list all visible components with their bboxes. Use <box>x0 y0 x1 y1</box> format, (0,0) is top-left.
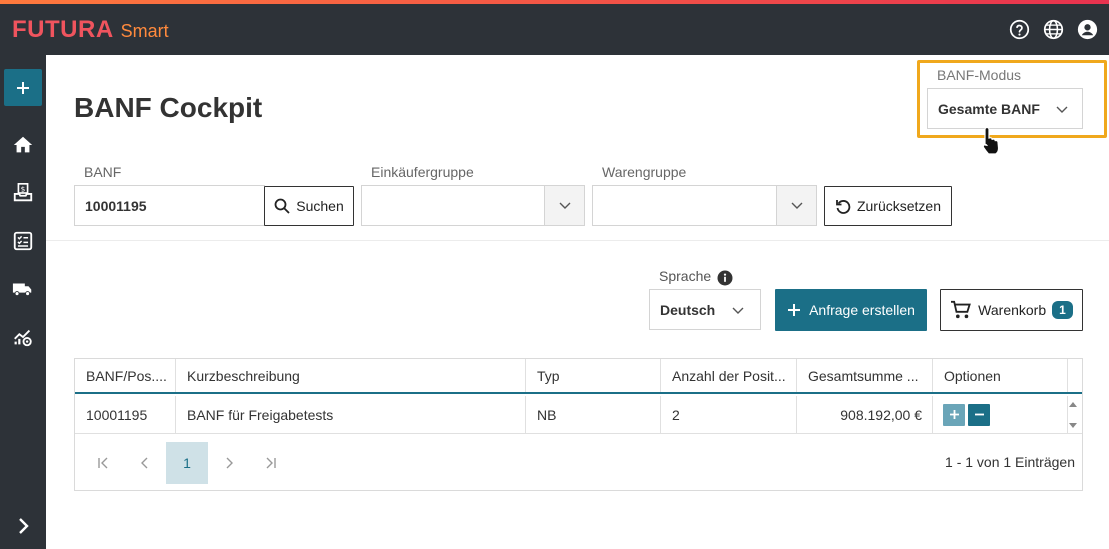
first-page-icon <box>98 457 108 469</box>
chevron-down-icon <box>559 202 571 209</box>
mode-selected-value: Gesamte BANF <box>938 100 1040 117</box>
sidebar-item-checklist[interactable] <box>11 229 35 253</box>
cell-type: NB <box>526 396 661 433</box>
chart-settings-icon <box>14 329 32 347</box>
plus-icon <box>949 410 959 419</box>
column-header-type[interactable]: Typ <box>526 359 661 392</box>
pager: 1 1 - 1 von 1 Einträgen <box>75 434 1082 491</box>
column-header-description[interactable]: Kurzbeschreibung <box>176 359 526 392</box>
globe-icon[interactable] <box>1043 19 1064 40</box>
last-page-icon <box>266 457 276 469</box>
grid-scrollbar-arrows[interactable] <box>1068 401 1078 429</box>
checklist-icon <box>13 231 33 251</box>
mode-select[interactable]: Gesamte BANF <box>927 88 1083 129</box>
section-divider <box>46 240 1109 241</box>
banf-grid: BANF/Pos.... Kurzbeschreibung Typ Anzahl… <box>74 358 1083 491</box>
buyer-group-select[interactable] <box>361 185 585 226</box>
create-request-button[interactable]: Anfrage erstellen <box>775 289 927 331</box>
mode-label: BANF-Modus <box>937 67 1022 83</box>
sidebar-item-home[interactable] <box>11 133 35 157</box>
plus-icon <box>17 81 29 94</box>
cell-options <box>933 396 1068 433</box>
inbox-money-icon: $ <box>13 183 33 202</box>
brand-sub-text: Smart <box>120 21 169 41</box>
table-row[interactable]: 10001195 BANF für Freigabetests NB 2 908… <box>75 396 1082 434</box>
sidebar: $ <box>0 55 46 549</box>
banf-label: BANF <box>84 164 122 180</box>
chevron-right-icon[interactable] <box>14 517 32 535</box>
sidebar-item-delivery[interactable] <box>11 277 35 301</box>
sidebar-item-requests[interactable]: $ <box>11 181 35 205</box>
svg-text:$: $ <box>21 185 26 194</box>
page-number-button[interactable]: 1 <box>166 442 208 484</box>
column-header-total[interactable]: Gesamtsumme ... <box>797 359 933 392</box>
top-bar: FUTURA Smart <box>0 0 1109 55</box>
info-icon[interactable] <box>717 270 733 286</box>
truck-icon <box>12 283 32 297</box>
sidebar-item-analytics[interactable] <box>11 325 35 349</box>
cart-button-label: Warenkorb <box>978 302 1047 318</box>
app-logo[interactable]: FUTURA Smart <box>12 16 169 44</box>
chevron-down-icon <box>732 307 744 314</box>
language-select[interactable]: Deutsch <box>649 289 761 330</box>
search-button[interactable]: Suchen <box>264 186 354 226</box>
top-accent-stripe <box>0 0 1109 4</box>
cell-total: 908.192,00 € <box>797 396 933 433</box>
search-button-label: Suchen <box>296 198 344 214</box>
column-header-options[interactable]: Optionen <box>933 359 1068 392</box>
reset-button[interactable]: Zurücksetzen <box>824 186 952 226</box>
brand-main-text: FUTURA <box>12 16 114 43</box>
column-header-count[interactable]: Anzahl der Posit... <box>661 359 797 392</box>
sidebar-add-button[interactable] <box>4 69 42 106</box>
page-title: BANF Cockpit <box>74 92 263 123</box>
user-account-icon[interactable] <box>1077 19 1098 40</box>
grid-header: BANF/Pos.... Kurzbeschreibung Typ Anzahl… <box>75 359 1082 394</box>
reset-button-label: Zurücksetzen <box>856 198 942 214</box>
product-group-dropdown-button[interactable] <box>776 186 816 225</box>
cart-button[interactable]: Warenkorb 1 <box>940 289 1083 331</box>
last-page-button[interactable] <box>250 442 292 484</box>
cell-description: BANF für Freigabetests <box>176 396 526 433</box>
language-label: Sprache <box>659 268 712 284</box>
home-icon <box>13 136 33 153</box>
shopping-cart-icon <box>951 300 972 319</box>
column-header-banf[interactable]: BANF/Pos.... <box>75 359 176 392</box>
language-value: Deutsch <box>660 301 716 318</box>
help-circle-icon[interactable] <box>1009 19 1030 40</box>
row-add-button[interactable] <box>943 403 965 426</box>
row-remove-button[interactable] <box>968 403 990 426</box>
product-group-label: Warengruppe <box>602 164 687 180</box>
reset-icon <box>836 200 851 214</box>
create-request-label: Anfrage erstellen <box>809 302 915 318</box>
chevron-down-icon <box>791 202 803 209</box>
search-icon <box>274 198 290 214</box>
chevron-left-icon <box>141 457 148 469</box>
pager-info: 1 - 1 von 1 Einträgen <box>945 454 1075 470</box>
buyer-group-dropdown-button[interactable] <box>544 186 584 225</box>
first-page-button[interactable] <box>82 442 124 484</box>
chevron-down-icon <box>1056 106 1068 113</box>
minus-icon <box>974 413 984 416</box>
cell-banf: 10001195 <box>75 396 176 433</box>
previous-page-button[interactable] <box>124 442 166 484</box>
chevron-right-icon <box>226 457 233 469</box>
banf-input-value: 10001195 <box>85 198 147 214</box>
cell-count: 2 <box>661 396 797 433</box>
product-group-select[interactable] <box>592 185 817 226</box>
next-page-button[interactable] <box>208 442 250 484</box>
banf-input[interactable]: 10001195 <box>74 185 265 226</box>
plus-icon <box>788 304 801 316</box>
hand-cursor-icon <box>982 126 1000 155</box>
cart-count-badge: 1 <box>1052 301 1073 319</box>
buyer-group-label: Einkäufergruppe <box>371 164 474 180</box>
